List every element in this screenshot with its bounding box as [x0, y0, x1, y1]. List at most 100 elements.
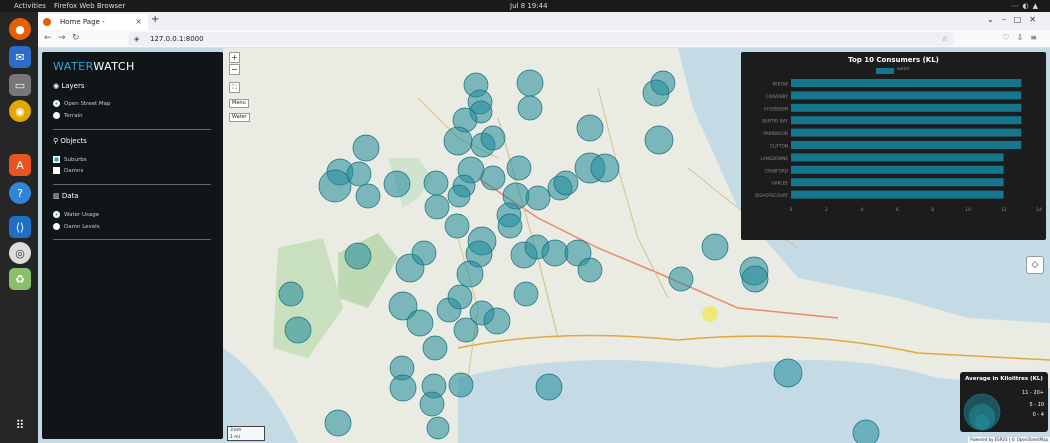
- back-icon[interactable]: ←: [44, 33, 52, 43]
- data-water-usage-radio[interactable]: Water Usage: [53, 211, 99, 218]
- usage-bubble: [513, 281, 539, 307]
- bar[interactable]: [791, 178, 1004, 187]
- top-consumers-chart: Top 10 Consumers (KL) water PAROW CRAVENB…: [741, 52, 1046, 240]
- dock: ● ✉ ▭ ◉ A ? ⟨⟩ ◎ ♻ ⠿: [0, 12, 38, 443]
- x-tick-label: 0: [790, 207, 793, 213]
- x-tick-label: 14: [1036, 207, 1042, 213]
- bar[interactable]: [791, 141, 1022, 149]
- window-controls[interactable]: ⌄–□✕: [987, 15, 1044, 24]
- kl-legend: Average in Kilolitres (KL) 11 - 20+ 5 - …: [960, 372, 1048, 432]
- data-heading: ▥ Data: [53, 192, 79, 200]
- option-label: Suburbs: [64, 156, 87, 163]
- disc-icon[interactable]: ◎: [9, 242, 31, 264]
- bar[interactable]: [791, 128, 1022, 137]
- category-label: BANTRY BAY: [762, 119, 788, 124]
- usage-bubble: [355, 183, 381, 209]
- software-icon[interactable]: A: [9, 154, 31, 176]
- layer-openstreetmap-radio[interactable]: Open Street Map: [53, 100, 111, 107]
- cursor-highlight: [702, 306, 718, 322]
- bar[interactable]: [791, 190, 1004, 199]
- x-tick-label: 6: [896, 207, 899, 213]
- brand-watch: WATCH: [93, 60, 135, 73]
- bar[interactable]: [791, 103, 1022, 112]
- option-label: Water Usage: [64, 211, 100, 218]
- usage-bubble: [318, 169, 352, 203]
- nav-bar: ← → ↻ ◈ 127.0.0.1:8000 ☆ ♡⇩≡: [38, 30, 1050, 48]
- shield-icon[interactable]: ◈: [134, 32, 139, 46]
- map-attribution[interactable]: Powered by ESRI/3 | © OpenStreetMap: [968, 437, 1050, 443]
- close-tab-icon[interactable]: ×: [135, 14, 142, 30]
- usage-bubble: [701, 233, 729, 261]
- activities-button[interactable]: Activities: [14, 0, 46, 12]
- scale-km: 3 km: [230, 428, 242, 433]
- bar-chart-icon: ▥: [53, 192, 62, 200]
- usage-bubble: [577, 257, 603, 283]
- trash-icon[interactable]: ♻: [9, 268, 31, 290]
- usage-bubble: [443, 126, 473, 156]
- toolbar-icons[interactable]: ♡⇩≡: [1002, 33, 1044, 42]
- usage-bubble: [426, 416, 450, 440]
- usage-bubble: [541, 239, 569, 267]
- usage-bubble: [506, 155, 532, 181]
- category-label: OAKLEE: [772, 181, 789, 186]
- usage-bubble: [278, 281, 304, 307]
- forward-icon[interactable]: →: [58, 33, 66, 43]
- usage-bubble: [423, 170, 449, 196]
- category-label: PAROW: [773, 82, 788, 87]
- checkbox-icon[interactable]: [53, 167, 60, 174]
- x-tick-label: 4: [860, 207, 863, 213]
- usage-bubble: [480, 165, 506, 191]
- usage-bubble: [852, 419, 880, 443]
- vscode-icon[interactable]: ⟨⟩: [9, 216, 31, 238]
- category-label: PARKWOOD: [763, 131, 788, 136]
- menu-button[interactable]: Menu: [229, 99, 249, 108]
- reload-icon[interactable]: ↻: [72, 33, 80, 43]
- object-damns-checkbox[interactable]: Damns: [53, 167, 83, 174]
- active-app-label[interactable]: Firefox Web Browser: [54, 0, 125, 12]
- apps-grid-icon[interactable]: ⠿: [9, 414, 31, 436]
- radio-icon[interactable]: [53, 211, 60, 218]
- url-text[interactable]: 127.0.0.1:8000: [150, 35, 204, 43]
- radio-icon[interactable]: [53, 112, 60, 119]
- favicon-icon: [43, 18, 51, 26]
- divider: [53, 239, 211, 240]
- zoom-in-button[interactable]: +: [229, 52, 240, 63]
- fullscreen-icon[interactable]: ⛶: [229, 82, 240, 93]
- clock[interactable]: Jul 8 19:44: [510, 0, 548, 12]
- firefox-icon[interactable]: ●: [9, 18, 31, 40]
- zoom-out-button[interactable]: −: [229, 64, 240, 75]
- bar[interactable]: [791, 153, 1004, 162]
- layers-toggle-icon[interactable]: ◇: [1026, 256, 1044, 274]
- checkbox-icon[interactable]: [53, 156, 60, 163]
- object-suburbs-checkbox[interactable]: Suburbs: [53, 156, 87, 163]
- usage-bubble: [284, 316, 312, 344]
- water-button[interactable]: Water: [229, 113, 250, 122]
- bar[interactable]: [791, 116, 1022, 125]
- usage-bubble: [383, 170, 411, 198]
- usage-bubble: [516, 69, 544, 97]
- new-tab-button[interactable]: +: [151, 14, 159, 25]
- objects-title: Objects: [60, 137, 87, 145]
- x-tick-label: 10: [965, 207, 971, 213]
- chart-plot: PAROW CRAVENBY VYGEBOOM BANTRY BAY PARKWOOD C…: [755, 79, 1042, 213]
- category-label: BISHOPSCOURT: [755, 193, 788, 198]
- data-damn-levels-radio[interactable]: Damn Levels: [53, 223, 100, 230]
- category-label: CRANFORD: [765, 168, 789, 173]
- usage-bubble: [773, 358, 803, 388]
- thunderbird-icon[interactable]: ✉: [9, 46, 31, 68]
- bar[interactable]: [791, 91, 1022, 100]
- url-bar[interactable]: ◈ 127.0.0.1:8000 ☆: [128, 32, 954, 46]
- brand-water: WATER: [53, 60, 94, 73]
- bar[interactable]: [791, 165, 1004, 174]
- radio-icon[interactable]: [53, 100, 60, 107]
- rhythmbox-icon[interactable]: ◉: [9, 100, 31, 122]
- bar[interactable]: [791, 79, 1022, 87]
- tab-home-page[interactable]: Home Page - WaterWatch ×: [38, 14, 148, 42]
- system-tray-icons[interactable]: ⋯◐▲: [1012, 0, 1043, 12]
- tab-bar: Home Page - WaterWatch × + ⌄–□✕: [38, 12, 1050, 42]
- files-icon[interactable]: ▭: [9, 74, 31, 96]
- layer-terrain-radio[interactable]: Terrain: [53, 112, 83, 119]
- bookmark-star-icon[interactable]: ☆: [942, 32, 948, 46]
- radio-icon[interactable]: [53, 223, 60, 230]
- help-icon[interactable]: ?: [9, 182, 31, 204]
